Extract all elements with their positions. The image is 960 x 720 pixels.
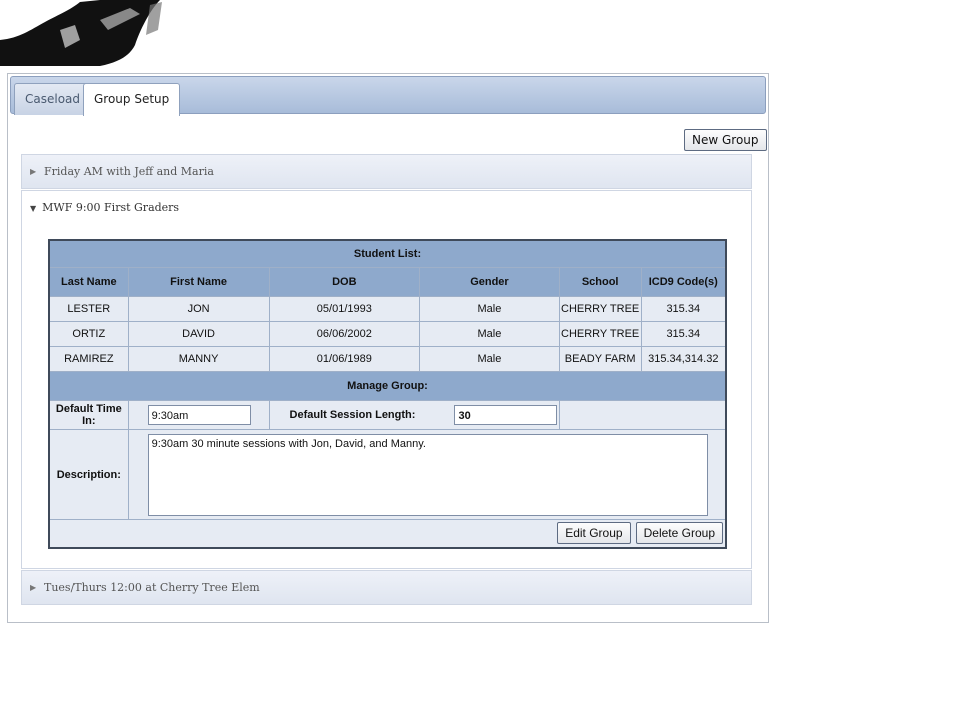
cell-last-name: ORTIZ (48, 321, 129, 347)
cell-dob: 05/01/1993 (268, 296, 421, 322)
group-header-friday[interactable]: ▶ Friday AM with Jeff and Maria (21, 154, 752, 189)
group-header-mwf[interactable]: ▼ MWF 9:00 First Graders (30, 201, 179, 214)
column-header: DOB (268, 267, 421, 297)
triangle-down-icon: ▼ (30, 204, 37, 213)
tab-caseload[interactable]: Caseload (14, 83, 92, 115)
manage-group-title: Manage Group: (48, 371, 727, 401)
column-header: ICD9 Code(s) (640, 267, 727, 297)
cell-icd9: 315.34 (640, 321, 727, 347)
cell-last-name: LESTER (48, 296, 129, 322)
column-header: Gender (419, 267, 560, 297)
triangle-right-icon: ▶ (30, 167, 37, 176)
group-title: Friday AM with Jeff and Maria (44, 165, 214, 178)
cell-first-name: DAVID (127, 321, 270, 347)
group-title: MWF 9:00 First Graders (42, 201, 180, 214)
main-panel: Caseload Group Setup New Group ▶ Friday … (7, 73, 769, 623)
table-row[interactable]: ORTIZ DAVID 06/06/2002 Male CHERRY TREE … (48, 321, 727, 347)
tab-bar: Caseload Group Setup (10, 76, 766, 116)
table-row[interactable]: RAMIREZ MANNY 01/06/1989 Male BEADY FARM… (48, 346, 727, 372)
cell-dob: 06/06/2002 (268, 321, 421, 347)
student-list-title: Student List: (48, 239, 727, 268)
cell-first-name: MANNY (127, 346, 270, 372)
group-title: Tues/Thurs 12:00 at Cherry Tree Elem (44, 581, 260, 594)
cell-last-name: RAMIREZ (48, 346, 129, 372)
column-header: Last Name (48, 267, 129, 297)
cell-gender: Male (419, 296, 560, 322)
triangle-right-icon: ▶ (30, 583, 37, 592)
cell-first-name: JON (127, 296, 270, 322)
student-group-table: Student List: Last Name First Name DOB G… (48, 239, 727, 549)
time-in-input[interactable]: 9:30am (147, 405, 251, 425)
table-row[interactable]: LESTER JON 05/01/1993 Male CHERRY TREE 3… (48, 296, 727, 322)
cell-school: CHERRY TREE (558, 296, 642, 322)
cell-gender: Male (419, 321, 560, 347)
brush-stroke-decoration (0, 0, 162, 66)
group-panel-mwf: ▼ MWF 9:00 First Graders Student List: La… (21, 190, 752, 569)
cell-school: CHERRY TREE (558, 321, 642, 347)
cell-icd9: 315.34 (640, 296, 727, 322)
description-label: Description: (48, 429, 129, 520)
cell-dob: 01/06/1989 (268, 346, 421, 372)
delete-group-button[interactable]: Delete Group (635, 522, 723, 545)
tab-group-setup[interactable]: Group Setup (83, 83, 181, 116)
column-header: First Name (127, 267, 270, 297)
cell-icd9: 315.34,314.32 (640, 346, 727, 372)
session-length-label: Default Session Length: (289, 408, 416, 421)
column-header: School (558, 267, 642, 297)
group-header-tues-thurs[interactable]: ▶ Tues/Thurs 12:00 at Cherry Tree Elem (21, 570, 752, 605)
cell-gender: Male (419, 346, 560, 372)
description-textarea[interactable]: 9:30am 30 minute sessions with Jon, Davi… (147, 433, 708, 516)
session-length-input[interactable]: 30 (454, 405, 558, 425)
new-group-button[interactable]: New Group (684, 129, 767, 151)
cell-school: BEADY FARM (558, 346, 642, 372)
edit-group-button[interactable]: Edit Group (557, 522, 631, 545)
time-in-label: Default Time In: (48, 400, 129, 430)
